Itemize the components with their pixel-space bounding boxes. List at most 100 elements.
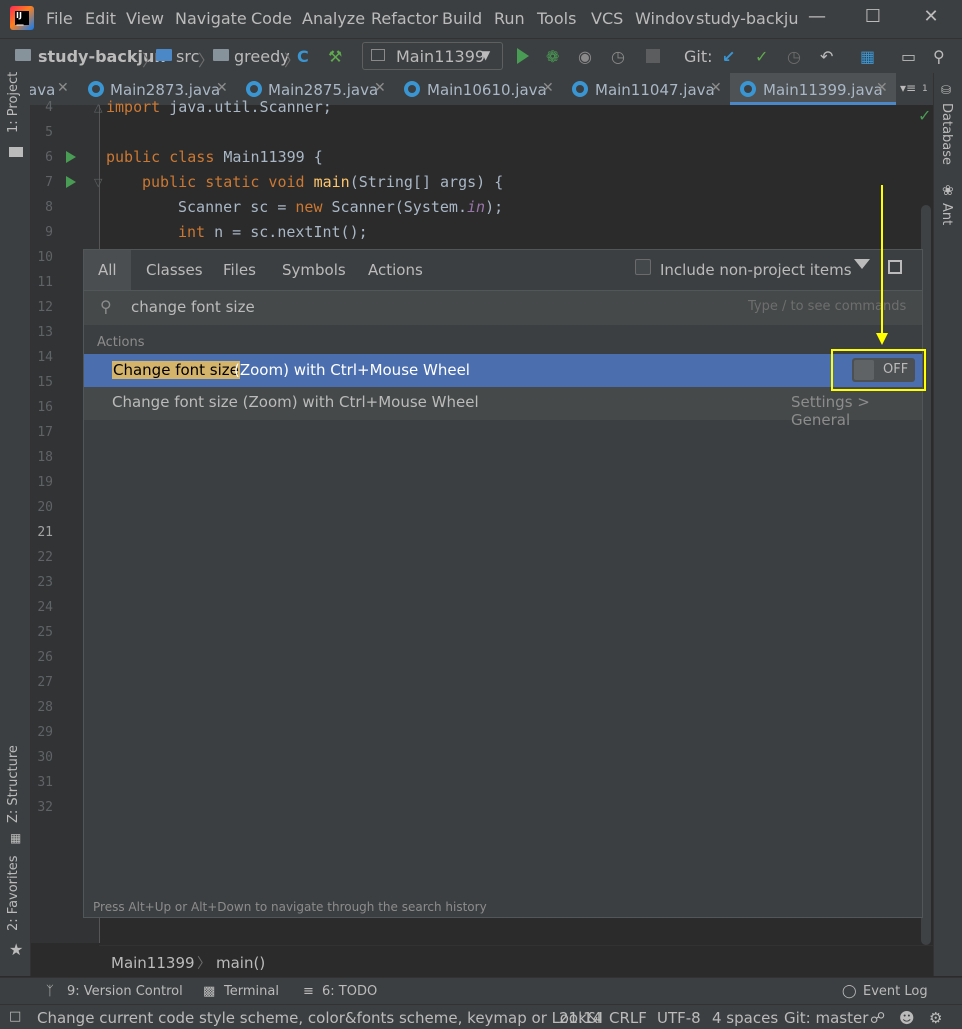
code-line-6: public class Main11399 { (106, 148, 323, 166)
run-config-icon (371, 49, 385, 61)
minimize-button[interactable]: — (802, 6, 832, 32)
fold-icon[interactable]: ▽ (94, 176, 102, 189)
editor-breadcrumb: Main11399 〉 main() (99, 945, 933, 978)
result-row-selected[interactable]: Change font size (Zoom) with Ctrl+Mouse … (84, 354, 922, 387)
line-number: 16 (37, 400, 53, 415)
project-tool-button[interactable]: 1: Project (6, 72, 21, 133)
include-non-project-checkbox[interactable] (635, 259, 651, 275)
run-button[interactable] (517, 48, 529, 64)
search-field[interactable]: ⚲ change font size Type / to see command… (84, 290, 922, 326)
menu-analyze[interactable]: Analyze (302, 9, 365, 28)
close-icon[interactable]: ✕ (216, 80, 228, 96)
close-icon[interactable]: ✕ (876, 80, 888, 96)
line-number: 21 (37, 525, 53, 540)
run-configuration-dropdown[interactable]: Main11399 ▼ (362, 42, 503, 70)
close-icon[interactable]: ✕ (57, 80, 69, 96)
line-number: 18 (37, 450, 53, 465)
menu-file[interactable]: File (46, 9, 73, 28)
line-number: 14 (37, 350, 53, 365)
structure-tool-button[interactable]: Z: Structure (6, 745, 21, 823)
left-tool-strip: 1: Project Z: Structure ▦ 2: Favorites ★ (0, 72, 31, 976)
breadcrumb-package[interactable]: greedy (234, 47, 290, 66)
event-settings-icon[interactable]: ⚙ (929, 1009, 942, 1027)
git-commit-icon[interactable]: ✓ (755, 47, 768, 66)
file-encoding[interactable]: UTF-8 (657, 1009, 701, 1027)
rollback-icon[interactable]: ↶ (820, 47, 833, 66)
todo-tool-button[interactable]: 6: TODO (322, 984, 377, 999)
event-log-tool-button[interactable]: Event Log (863, 984, 928, 999)
tab-actions[interactable]: Actions (368, 261, 423, 279)
tab-files[interactable]: Files (223, 261, 256, 279)
filter-icon[interactable] (854, 259, 870, 269)
code-token: in (467, 198, 486, 216)
close-button[interactable]: ✕ (916, 6, 946, 32)
database-icon: ⛁ (941, 83, 952, 97)
search-everywhere-popup: All Classes Files Symbols Actions Includ… (83, 249, 923, 918)
chevron-right-icon: 〉 (197, 956, 211, 972)
breadcrumb-method[interactable]: main() (216, 954, 265, 972)
breadcrumb-src[interactable]: src (176, 47, 199, 66)
navigation-toolbar: study-backjun 〉 src 〉 greedy 〉 C ⚒ Main1… (0, 38, 962, 74)
menu-tools[interactable]: Tools (537, 9, 576, 28)
debug-button[interactable]: ❁ (546, 47, 559, 66)
tab-all[interactable]: All (98, 261, 117, 279)
menu-run[interactable]: Run (494, 9, 525, 28)
close-icon[interactable]: ✕ (542, 80, 554, 96)
git-history-icon[interactable]: ◷ (787, 47, 801, 66)
structure-icon: ▦ (10, 831, 22, 845)
run-gutter-icon[interactable] (66, 176, 76, 188)
build-hammer-icon[interactable]: ⚒ (328, 47, 342, 66)
run-gutter-icon[interactable] (66, 151, 76, 163)
menu-window[interactable]: Windov (635, 9, 694, 28)
source-folder-icon (156, 49, 172, 61)
right-tool-strip: ⛁ Database ❀ Ant (933, 73, 962, 976)
project-structure-icon[interactable]: ▦ (860, 47, 875, 66)
line-separator[interactable]: CRLF (609, 1009, 647, 1027)
caret-position[interactable]: 21:14 (559, 1009, 602, 1027)
stop-button[interactable] (646, 49, 660, 63)
tab-main10610[interactable]: Main10610.java ✕ (396, 73, 562, 105)
menu-navigate[interactable]: Navigate (175, 9, 247, 28)
search-history-hint: Press Alt+Up or Alt+Down to navigate thr… (93, 900, 487, 914)
tab-overflow-icon[interactable]: ▾≡ (900, 81, 916, 95)
tab-symbols[interactable]: Symbols (282, 261, 346, 279)
version-control-tool-button[interactable]: 9: Version Control (67, 984, 183, 999)
indent-setting[interactable]: 4 spaces (712, 1009, 778, 1027)
result-location: Settings > General (791, 393, 870, 429)
presentation-icon[interactable]: ▭ (901, 47, 916, 66)
coverage-button[interactable]: ◉ (578, 47, 592, 66)
class-icon[interactable]: C (297, 47, 309, 66)
terminal-tool-button[interactable]: Terminal (224, 984, 279, 999)
tab-classes[interactable]: Classes (146, 261, 203, 279)
favorites-tool-button[interactable]: 2: Favorites (6, 855, 21, 931)
tab-main11399[interactable]: Main11399.java ✕ (730, 73, 896, 105)
git-branch[interactable]: Git: master (784, 1009, 868, 1027)
toggle-tool-windows-icon[interactable]: □ (9, 1009, 21, 1024)
menu-vcs[interactable]: VCS (591, 9, 623, 28)
menu-refactor[interactable]: Refactor (371, 9, 438, 28)
fold-icon[interactable]: △ (94, 101, 102, 114)
tab-overflow-count: 1 (922, 84, 928, 94)
line-number: 24 (37, 600, 53, 615)
profile-button[interactable]: ◷ (611, 47, 625, 66)
ant-tool-button[interactable]: Ant (939, 203, 954, 225)
git-update-icon[interactable]: ↙ (722, 47, 735, 66)
menu-view[interactable]: View (126, 9, 164, 28)
inspector-icon[interactable]: ☻ (899, 1009, 915, 1027)
search-input[interactable]: change font size (131, 298, 255, 316)
result-row[interactable]: Change font size (Zoom) with Ctrl+Mouse … (84, 387, 922, 429)
database-tool-button[interactable]: Database (939, 103, 954, 165)
maximize-button[interactable]: ☐ (858, 6, 888, 32)
breadcrumb-class[interactable]: Main11399 (111, 954, 195, 972)
menu-build[interactable]: Build (442, 9, 482, 28)
menu-code[interactable]: Code (251, 9, 292, 28)
open-in-window-icon[interactable] (888, 260, 902, 274)
terminal-icon: ▩ (203, 984, 216, 999)
search-everywhere-icon[interactable]: ⚲ (933, 47, 945, 66)
lock-icon[interactable]: ☍ (870, 1009, 885, 1027)
close-icon[interactable]: ✕ (374, 80, 386, 96)
menu-edit[interactable]: Edit (85, 9, 116, 28)
close-icon[interactable]: ✕ (710, 80, 722, 96)
tab-main11047[interactable]: Main11047.java ✕ (564, 73, 730, 105)
line-number: 23 (37, 575, 53, 590)
